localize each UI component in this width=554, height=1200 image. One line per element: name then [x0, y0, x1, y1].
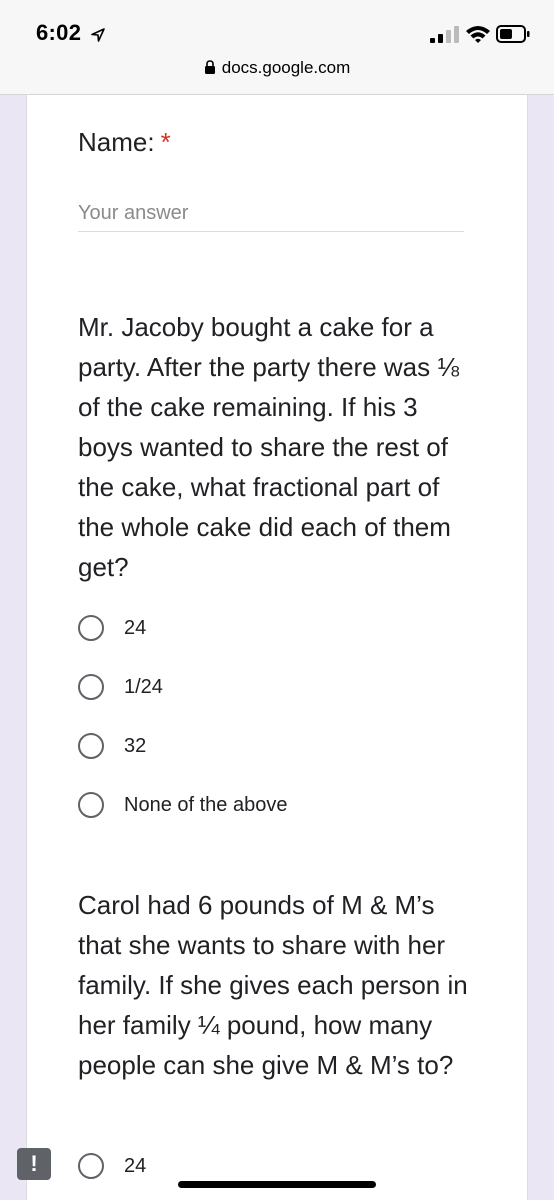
form-card: Name:* Mr. Jacoby bought a cake for a pa…	[26, 95, 528, 1200]
feedback-button[interactable]: !	[17, 1148, 51, 1180]
cellular-signal-icon	[430, 26, 459, 43]
option-label: 1/24	[124, 675, 163, 698]
exclamation-icon: !	[30, 1151, 38, 1176]
address-bar[interactable]: docs.google.com	[0, 52, 554, 95]
radio-button[interactable]	[78, 792, 104, 818]
option-24[interactable]: 24	[78, 612, 146, 644]
radio-button[interactable]	[78, 1153, 104, 1179]
radio-button[interactable]	[78, 615, 104, 641]
option-24-mms[interactable]: 24	[78, 1150, 146, 1182]
required-asterisk: *	[160, 127, 171, 157]
option-label: 32	[124, 734, 147, 757]
home-indicator[interactable]	[178, 1181, 376, 1188]
question-mms-text: Carol had 6 pounds of M & M’s that she w…	[78, 890, 468, 1080]
option-32[interactable]: 32	[78, 730, 146, 762]
url-display[interactable]: docs.google.com	[0, 58, 554, 78]
option-label: None of the above	[124, 793, 288, 816]
option-none-of-the-above[interactable]: None of the above	[78, 789, 287, 821]
status-time: 6:02	[36, 20, 82, 45]
radio-button[interactable]	[78, 733, 104, 759]
radio-button[interactable]	[78, 674, 104, 700]
name-answer-input[interactable]	[78, 195, 464, 232]
question-cake-text: Mr. Jacoby bought a cake for a party. Af…	[78, 312, 460, 582]
battery-icon	[496, 25, 530, 43]
status-bar: 6:02	[0, 0, 554, 52]
lock-icon	[204, 60, 215, 74]
url-text: docs.google.com	[221, 58, 351, 77]
name-question-title: Name: *	[78, 127, 171, 158]
name-question-label: Name:	[78, 127, 155, 157]
location-arrow-icon	[91, 28, 105, 42]
option-1-24[interactable]: 1/24	[78, 671, 163, 703]
option-label: 24	[124, 1154, 147, 1177]
wifi-icon	[466, 26, 490, 43]
option-label: 24	[124, 616, 147, 639]
